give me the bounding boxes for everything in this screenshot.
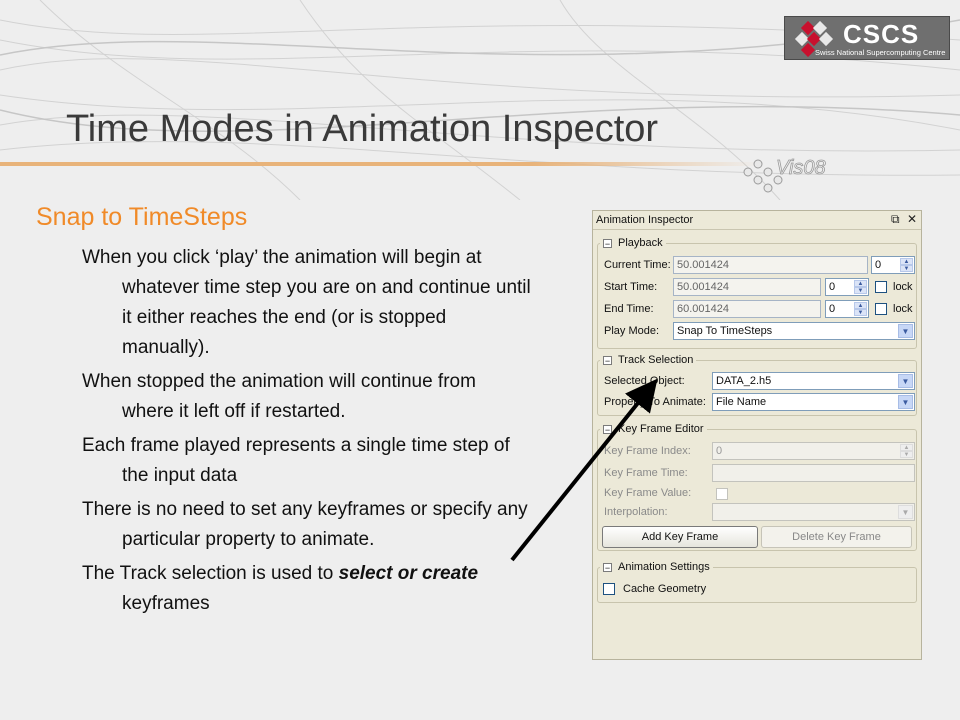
play-mode-row: Play Mode: Snap To TimeSteps ▼ — [601, 322, 915, 342]
chevron-down-icon[interactable]: ▼ — [898, 374, 913, 388]
spin-arrows-icon[interactable]: ▲ ▼ — [900, 444, 913, 458]
key-frame-index-row: Key Frame Index: 0 ▲ ▼ — [601, 442, 915, 462]
key-frame-time-field[interactable] — [712, 464, 915, 482]
group-label: Playback — [618, 237, 663, 249]
collapse-icon[interactable]: − — [603, 238, 612, 248]
start-time-label: Start Time: — [604, 281, 658, 293]
interpolation-row: Interpolation: ▼ — [601, 503, 915, 523]
bullet-text: keyframes — [122, 593, 210, 614]
bullet-item: Each frame played represents a single ti… — [82, 435, 510, 486]
group-label: Animation Settings — [618, 561, 710, 573]
animation-inspector-panel: Animation Inspector ⧉ ✕ − Playback Curre… — [592, 210, 922, 660]
chevron-down-icon[interactable]: ▼ — [898, 324, 913, 338]
selected-object-select[interactable]: DATA_2.h5 ▼ — [712, 372, 915, 390]
group-label: Track Selection — [618, 354, 694, 366]
selected-object-row: Selected Object: DATA_2.h5 ▼ — [601, 372, 915, 392]
vis08-text: Vis08 — [776, 157, 826, 179]
close-panel-icon[interactable]: ✕ — [907, 212, 917, 226]
end-index-spinbox[interactable]: 0 ▲ ▼ — [825, 300, 869, 318]
end-time-field: 60.001424 — [673, 300, 821, 318]
spin-arrows-icon[interactable]: ▲ ▼ — [900, 258, 913, 272]
keyframe-group-header[interactable]: − Key Frame Editor — [600, 423, 707, 435]
chevron-down-icon[interactable]: ▼ — [898, 505, 913, 519]
end-lock-label: lock — [893, 303, 913, 315]
panel-title: Animation Inspector — [596, 214, 694, 226]
key-frame-index-value: 0 — [716, 445, 723, 457]
key-frame-value-checkbox[interactable] — [716, 488, 728, 500]
current-time-row: Current Time: 50.001424 0 ▲ ▼ — [601, 256, 915, 276]
playback-group: − Playback Current Time: 50.001424 0 ▲ ▼ … — [597, 237, 917, 349]
panel-header: Animation Inspector ⧉ ✕ — [593, 211, 921, 230]
collapse-icon[interactable]: − — [603, 355, 612, 365]
collapse-icon[interactable]: − — [603, 562, 612, 572]
cscs-logo: CSCS Swiss National Supercomputing Centr… — [784, 16, 950, 60]
bullet-item: There is no need to set any keyframes or… — [82, 499, 528, 550]
track-group-header[interactable]: − Track Selection — [600, 354, 697, 366]
interpolation-label: Interpolation: — [604, 506, 668, 518]
animation-settings-group: − Animation Settings Cache Geometry — [597, 561, 917, 603]
key-frame-editor-group: − Key Frame Editor Key Frame Index: 0 ▲ ▼… — [597, 423, 917, 551]
logo-subtitle: Swiss National Supercomputing Centre — [815, 48, 946, 57]
end-index-value: 0 — [829, 303, 836, 315]
bullet-text: The Track selection is used to — [82, 563, 339, 584]
key-frame-value-label: Key Frame Value: — [604, 487, 692, 499]
delete-key-frame-button[interactable]: Delete Key Frame — [761, 526, 912, 548]
start-time-row: Start Time: 50.001424 0 ▲ ▼ lock — [601, 278, 915, 298]
property-row: Property To Animate: File Name ▼ — [601, 393, 915, 413]
bullet-list: When you click ‘play’ the animation will… — [82, 243, 532, 623]
settings-group-header[interactable]: − Animation Settings — [600, 561, 713, 573]
play-mode-select[interactable]: Snap To TimeSteps ▼ — [673, 322, 915, 340]
property-select[interactable]: File Name ▼ — [712, 393, 915, 411]
float-panel-icon[interactable]: ⧉ — [891, 212, 900, 227]
vis08-logo: Vis08 — [743, 157, 826, 193]
section-heading: Snap to TimeSteps — [36, 203, 248, 231]
selected-object-value: DATA_2.h5 — [716, 375, 772, 387]
start-time-field: 50.001424 — [673, 278, 821, 296]
key-frame-value-row: Key Frame Value: — [601, 484, 915, 504]
play-mode-label: Play Mode: — [604, 325, 660, 337]
slide-title: Time Modes in Animation Inspector — [66, 108, 659, 150]
start-index-spinbox[interactable]: 0 ▲ ▼ — [825, 278, 869, 296]
current-time-field: 50.001424 — [673, 256, 868, 274]
key-frame-time-row: Key Frame Time: — [601, 464, 915, 484]
cache-geometry-checkbox[interactable] — [603, 583, 615, 595]
start-lock-label: lock — [893, 281, 913, 293]
bullet-emphasis: select or create — [338, 563, 479, 584]
title-underline — [0, 162, 760, 166]
end-time-label: End Time: — [604, 303, 654, 315]
key-frame-time-label: Key Frame Time: — [604, 467, 688, 479]
selected-object-label: Selected Object: — [604, 375, 685, 387]
chevron-down-icon[interactable]: ▼ — [898, 395, 913, 409]
key-frame-index-label: Key Frame Index: — [604, 445, 691, 457]
bullet-item: When you click ‘play’ the animation will… — [82, 247, 531, 358]
property-value: File Name — [716, 396, 767, 408]
start-index-value: 0 — [829, 281, 836, 293]
property-label: Property To Animate: — [604, 396, 706, 408]
spin-arrows-icon[interactable]: ▲ ▼ — [854, 280, 867, 294]
bullet-item-last: The Track selection is used to select or… — [82, 559, 532, 619]
interpolation-select[interactable]: ▼ — [712, 503, 915, 521]
end-time-row: End Time: 60.001424 0 ▲ ▼ lock — [601, 300, 915, 320]
group-label: Key Frame Editor — [618, 423, 704, 435]
spin-arrows-icon[interactable]: ▲ ▼ — [854, 302, 867, 316]
collapse-icon[interactable]: − — [603, 424, 612, 434]
start-lock-checkbox[interactable] — [875, 281, 887, 293]
cache-geometry-label: Cache Geometry — [623, 583, 707, 595]
current-time-label: Current Time: — [604, 259, 671, 271]
current-index-value: 0 — [875, 259, 882, 271]
end-lock-checkbox[interactable] — [875, 303, 887, 315]
key-frame-index-spinbox[interactable]: 0 ▲ ▼ — [712, 442, 915, 460]
playback-group-header[interactable]: − Playback — [600, 237, 666, 249]
current-index-spinbox[interactable]: 0 ▲ ▼ — [871, 256, 915, 274]
logo-text: CSCS — [843, 19, 920, 49]
track-selection-group: − Track Selection Selected Object: DATA_… — [597, 354, 917, 416]
play-mode-value: Snap To TimeSteps — [677, 325, 773, 337]
cache-geometry-row: Cache Geometry — [601, 580, 915, 600]
add-key-frame-button[interactable]: Add Key Frame — [602, 526, 758, 548]
bullet-item: When stopped the animation will continue… — [82, 371, 476, 422]
